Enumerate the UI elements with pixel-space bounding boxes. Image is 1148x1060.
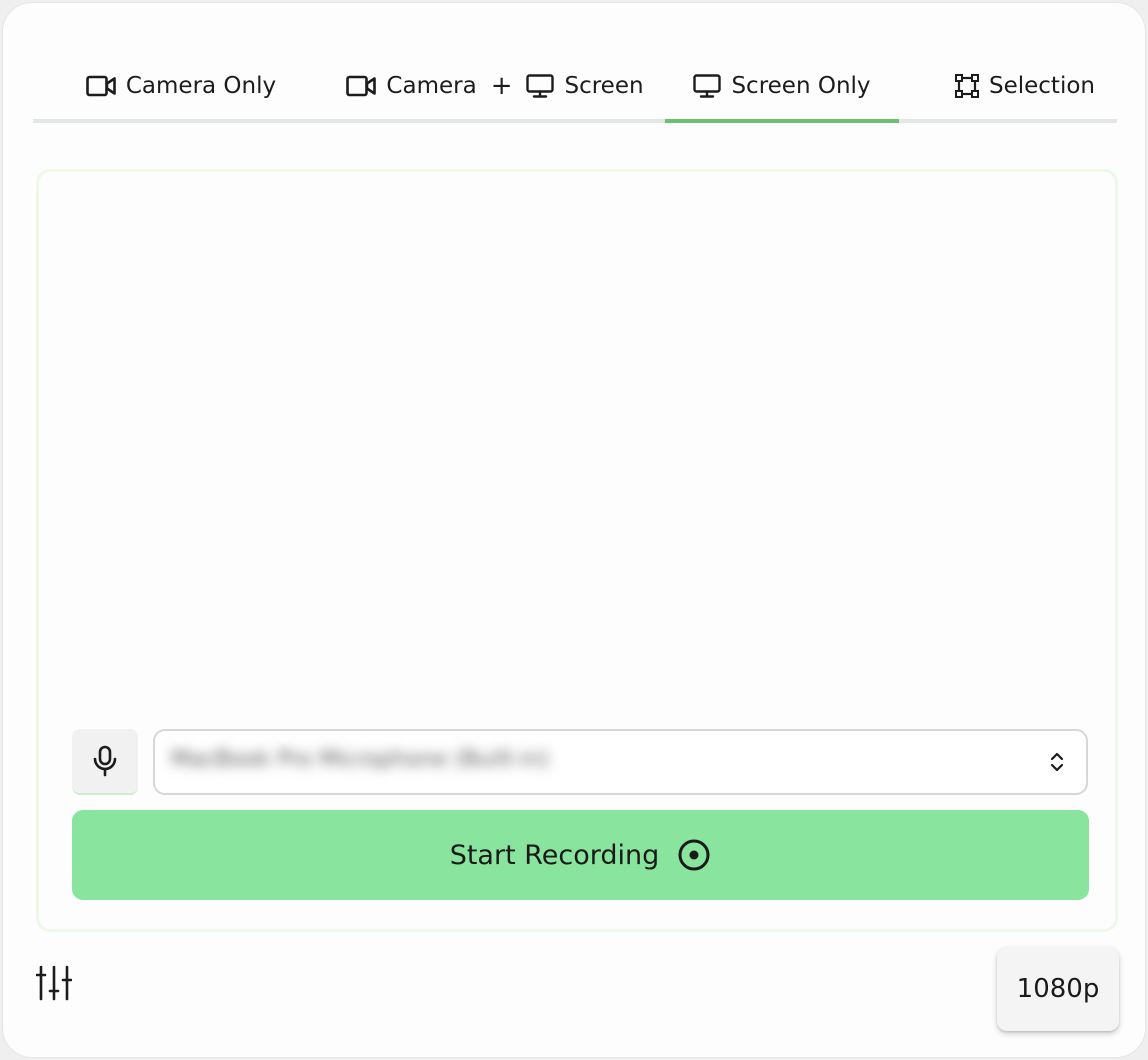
tab-selection[interactable]: Selection (933, 53, 1117, 119)
tab-label: Camera (386, 73, 477, 99)
video-camera-icon (346, 75, 377, 97)
plus-sign: + (490, 71, 513, 101)
tab-label: Selection (989, 73, 1095, 99)
tab-label: Screen Only (731, 73, 871, 99)
selection-frame-icon (955, 74, 979, 98)
recorder-card: Camera Only Camera + Screen Screen Only (2, 2, 1146, 1058)
start-recording-button[interactable]: Start Recording (72, 810, 1089, 900)
resolution-button[interactable]: 1080p (997, 947, 1119, 1031)
recording-panel: MacBook Pro Microphone (Built-in) Start … (36, 169, 1118, 932)
tab-screen-only[interactable]: Screen Only (665, 53, 899, 123)
start-recording-label: Start Recording (449, 839, 660, 871)
microphone-toggle-button[interactable] (72, 729, 138, 795)
chevron-up-down-icon (1050, 752, 1064, 772)
settings-button[interactable] (35, 965, 73, 1001)
mode-tabs: Camera Only Camera + Screen Screen Only (33, 53, 1117, 123)
sliders-icon (35, 965, 73, 1001)
microphone-icon (93, 745, 117, 777)
tab-camera-only[interactable]: Camera Only (71, 53, 291, 119)
tab-label: Screen (564, 73, 644, 99)
microphone-select[interactable]: MacBook Pro Microphone (Built-in) (153, 729, 1088, 795)
tab-camera-plus-screen[interactable]: Camera + Screen (325, 53, 665, 119)
video-camera-icon (86, 75, 116, 97)
record-circle-icon (678, 839, 710, 871)
tab-label: Camera Only (125, 73, 277, 99)
monitor-icon (693, 74, 722, 98)
microphone-select-value: MacBook Pro Microphone (Built-in) (171, 747, 550, 772)
resolution-label: 1080p (1016, 974, 1100, 1004)
monitor-icon (526, 74, 555, 98)
